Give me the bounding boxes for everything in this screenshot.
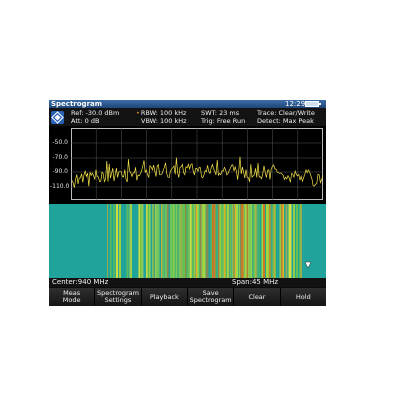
softkey-bar: Meas Mode Spectrogram Settings Playback Sa… [49,288,326,306]
analyzer-screen: Spectrogram 12:29 Ref: -30.0 dBm Att: 0 … [49,100,326,306]
attenuation: Att: 0 dB [71,117,100,125]
trigger: Trig: Free Run [201,117,246,125]
sweep-time: SWT: 23 ms [201,109,240,117]
rohde-schwarz-logo-icon [51,111,64,124]
spectrogram-settings-button[interactable]: Spectrogram Settings [95,288,141,306]
span: Span:45 MHz [232,278,279,286]
status-bar: Center:940 MHz Span:45 MHz [49,278,326,287]
save-spectrogram-button[interactable]: Save Spectrogram [187,288,234,306]
spectrogram-waterfall[interactable] [49,204,326,278]
clock: 12:29 [285,100,306,108]
window-title: Spectrogram [51,100,103,108]
ref-level: Ref: -30.0 dBm [71,109,120,117]
parameter-panel: Ref: -30.0 dBm Att: 0 dB •RBW: 100 kHz V… [49,108,326,126]
trace-mode: Trace: Clear/Write [257,109,315,117]
detector: Detect: Max Peak [257,117,314,125]
clear-button[interactable]: Clear [234,288,280,306]
battery-icon [305,101,321,107]
vbw: VBW: 100 kHz [141,117,187,125]
center-frequency: Center:940 MHz [52,278,109,286]
title-bar: Spectrogram 12:29 [49,100,326,108]
playback-button[interactable]: Playback [141,288,187,306]
hold-button[interactable]: Hold [280,288,326,306]
rbw: RBW: 100 kHz [140,109,187,117]
spectrum-trace-area[interactable]: -50.0 -70.0 -90.0 -110.0 [49,126,326,204]
spectrum-trace [71,128,324,200]
meas-mode-button[interactable]: Meas Mode [49,288,95,306]
spectrogram-image [107,204,302,278]
marker-icon[interactable] [304,261,312,269]
